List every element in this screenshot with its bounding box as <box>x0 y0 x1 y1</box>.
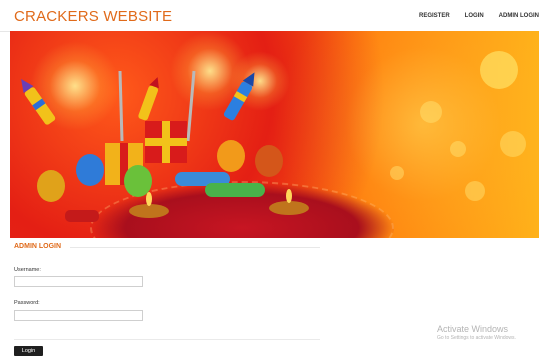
flower-pot-icon <box>255 145 283 177</box>
watermark-title: Activate Windows <box>437 324 509 334</box>
nav-login-link[interactable]: LOGIN <box>465 13 484 19</box>
heading-divider <box>70 247 320 248</box>
username-input[interactable] <box>14 276 143 287</box>
nav-register-link[interactable]: REGISTER <box>419 13 450 19</box>
flower-pot-icon <box>76 154 104 186</box>
watermark-subtitle: Go to Settings to activate Windows. <box>437 335 516 341</box>
cracker-string <box>65 210 99 222</box>
windows-activation-watermark: Activate Windows Go to Settings to activ… <box>437 324 516 341</box>
sparkler-stick <box>186 70 196 142</box>
login-button[interactable]: Login <box>14 346 43 356</box>
password-input[interactable] <box>14 310 143 321</box>
chakri-roll <box>205 183 265 197</box>
admin-login-heading: ADMIN LOGIN <box>14 243 62 250</box>
flower-pot-icon <box>37 170 65 202</box>
rocket-icon <box>138 77 159 121</box>
rocket-icon <box>21 78 56 125</box>
rocket-icon <box>223 72 255 121</box>
site-logo-text[interactable]: CRACKERS WEBSITE <box>14 8 172 25</box>
diya-lamp-icon <box>269 201 309 215</box>
flower-pot-icon <box>124 165 152 197</box>
sparkler-stick <box>118 70 124 142</box>
password-label: Password: <box>14 300 40 306</box>
top-nav: REGISTER LOGIN ADMIN LOGIN <box>419 13 539 19</box>
form-divider <box>14 339 320 340</box>
diwali-crackers-illustration <box>21 70 309 222</box>
hero-banner-image <box>10 31 539 238</box>
site-header: CRACKERS WEBSITE REGISTER LOGIN ADMIN LO… <box>0 0 539 32</box>
diya-lamp-icon <box>129 204 169 218</box>
nav-admin-login-link[interactable]: ADMIN LOGIN <box>499 13 539 19</box>
flower-pot-icon <box>217 140 245 172</box>
username-label: Username: <box>14 267 41 273</box>
